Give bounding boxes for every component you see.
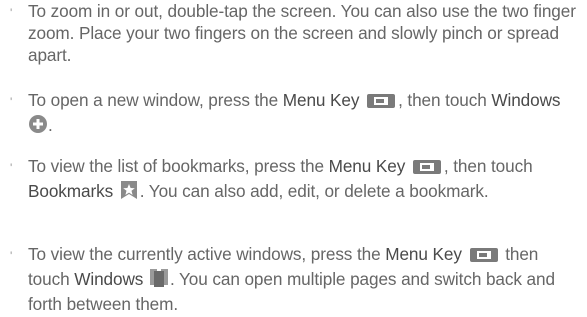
menu-key-label: Menu Key: [328, 156, 406, 176]
instruction-active-windows: To view the currently active windows, pr…: [28, 243, 584, 315]
bullet-marker: ': [10, 95, 13, 109]
new-window-text-mid: , then touch: [398, 90, 492, 110]
instruction-new-window: To open a new window, press the Menu Key…: [28, 89, 584, 139]
bookmarks-text-mid: , then touch: [443, 156, 533, 176]
menu-key-icon: [410, 158, 444, 180]
new-window-text-pre: To open a new window, press the: [28, 90, 283, 110]
manual-page: ' To zoom in or out, double-tap the scre…: [0, 0, 587, 317]
windows-stack-icon: [148, 268, 170, 293]
bullet-marker: ': [10, 249, 13, 263]
windows-label: Windows: [74, 269, 144, 289]
bullet-marker: ': [10, 161, 13, 175]
menu-key-label: Menu Key: [385, 244, 462, 264]
zoom-text: To zoom in or out, double-tap the screen…: [28, 1, 576, 65]
menu-key-icon: [467, 246, 501, 268]
bookmarks-text-pre: To view the list of bookmarks, press the: [28, 156, 329, 176]
plus-circle-icon: [28, 114, 48, 139]
instruction-bookmarks: To view the list of bookmarks, press the…: [28, 155, 584, 205]
new-window-text-post: .: [48, 115, 53, 135]
active-windows-text-pre: To view the currently active windows, pr…: [28, 244, 386, 264]
menu-key-label: Menu Key: [282, 90, 360, 110]
bullet-marker: ': [10, 6, 13, 20]
bookmarks-label: Bookmarks: [28, 181, 114, 201]
bookmark-star-icon: [118, 180, 140, 205]
instruction-zoom: To zoom in or out, double-tap the screen…: [28, 0, 584, 66]
menu-key-icon: [364, 92, 398, 114]
windows-label: Windows: [491, 90, 561, 110]
bookmarks-text-post: . You can also add, edit, or delete a bo…: [139, 181, 489, 201]
